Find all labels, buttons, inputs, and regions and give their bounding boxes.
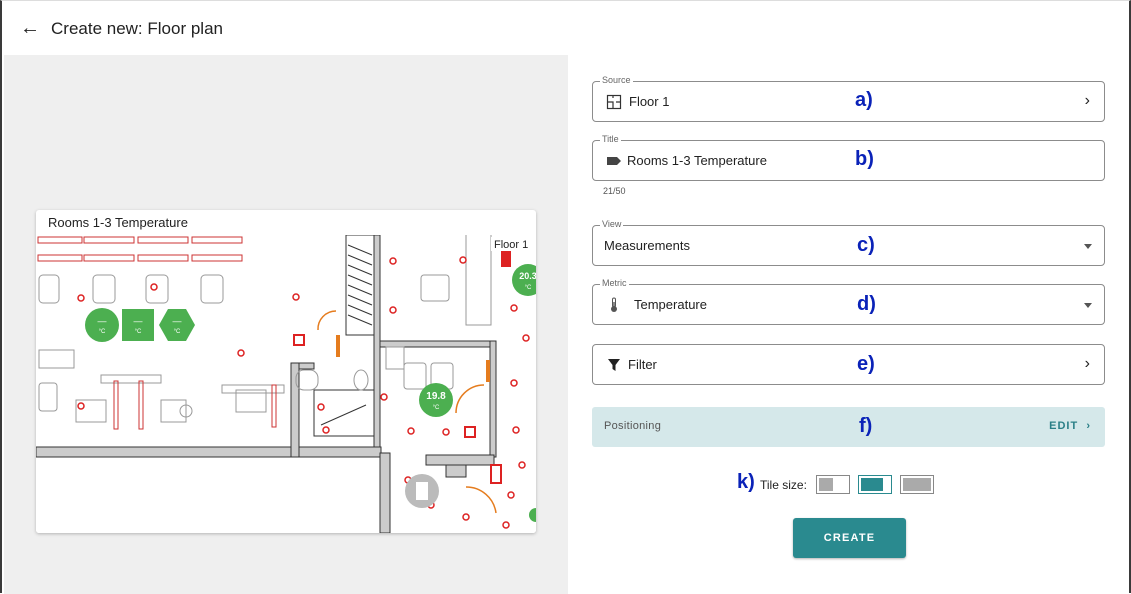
filter-row[interactable]: Filter e) › [592,344,1105,385]
annotation-a: a) [855,89,873,111]
sensor-badge-2[interactable]: 19.8 °C [419,383,453,417]
svg-text:19.8: 19.8 [426,391,446,402]
dropdown-arrow-icon[interactable] [1084,303,1092,308]
positioning-edit-button[interactable]: EDIT › [1049,420,1091,432]
title-value: Rooms 1-3 Temperature [627,153,767,168]
settings-form: Source Floor 1 a) › Title Rooms 1-3 Temp… [592,1,1107,594]
thermometer-icon [611,297,617,312]
svg-text:—: — [134,316,143,326]
tile-size-small[interactable] [816,475,850,494]
annotation-c: c) [857,234,875,256]
floor-label: Floor 1 [494,239,528,251]
tile-size-large[interactable] [900,475,934,494]
page-title: Create new: Floor plan [51,19,223,38]
label-tag-icon [607,157,621,165]
chevron-right-icon[interactable]: › [1085,92,1090,110]
sensor-badge-4[interactable]: — °C [122,309,154,341]
svg-text:°C: °C [174,329,181,335]
create-button[interactable]: CREATE [793,518,906,558]
view-select[interactable]: View Measurements c) [592,218,1105,266]
dropdown-arrow-icon[interactable] [1084,244,1092,249]
annotation-k: k) [737,471,755,493]
preview-pane: Rooms 1-3 Temperature 20.3 °C 19.8 °C — … [4,55,568,594]
svg-text:—: — [98,316,107,326]
svg-text:20.3: 20.3 [519,271,536,281]
source-label: Source [600,74,633,86]
view-label: View [600,218,624,230]
annotation-e: e) [857,353,875,375]
svg-text:°C: °C [99,329,106,335]
annotation-b: b) [855,148,874,170]
filter-funnel-icon [608,359,620,371]
door-sensor-icon[interactable] [405,474,439,508]
annotation-d: d) [857,293,876,315]
metric-label: Metric [600,277,629,289]
positioning-row[interactable]: Positioning f) EDIT › [592,407,1105,447]
preview-title: Rooms 1-3 Temperature [48,215,188,230]
annotation-f: f) [859,415,873,437]
title-label: Title [600,133,621,145]
title-char-counter: 21/50 [603,186,626,196]
sensor-badge-3[interactable]: — °C [85,308,119,342]
svg-text:°C: °C [433,405,440,411]
back-arrow-icon[interactable]: ← [20,17,42,39]
floor-plan-preview-card: Rooms 1-3 Temperature 20.3 °C 19.8 °C — … [36,210,536,533]
positioning-label: Positioning [604,420,662,432]
title-field[interactable]: Title Rooms 1-3 Temperature b) [592,133,1105,181]
metric-value: Temperature [634,297,707,312]
view-value: Measurements [604,238,690,253]
svg-text:°C: °C [525,285,532,291]
source-value: Floor 1 [629,94,670,109]
source-field[interactable]: Source Floor 1 a) › [592,74,1105,122]
floor-plan-map[interactable]: 20.3 °C 19.8 °C — °C — °C — °C Floor 1 [36,235,536,533]
floor-plan-icon [606,94,622,110]
svg-text:—: — [173,316,182,326]
tile-size-selector: k) Tile size: [737,471,997,497]
tile-size-medium[interactable] [858,475,892,494]
svg-text:°C: °C [135,329,142,335]
app-window: ← Create new: Floor plan Rooms 1-3 Tempe… [0,0,1131,594]
filter-label: Filter [628,357,657,372]
metric-select[interactable]: Metric Temperature d) [592,277,1105,325]
chevron-right-icon[interactable]: › [1085,355,1090,373]
tile-size-label: Tile size: [760,478,807,492]
edit-label: EDIT [1049,420,1079,432]
